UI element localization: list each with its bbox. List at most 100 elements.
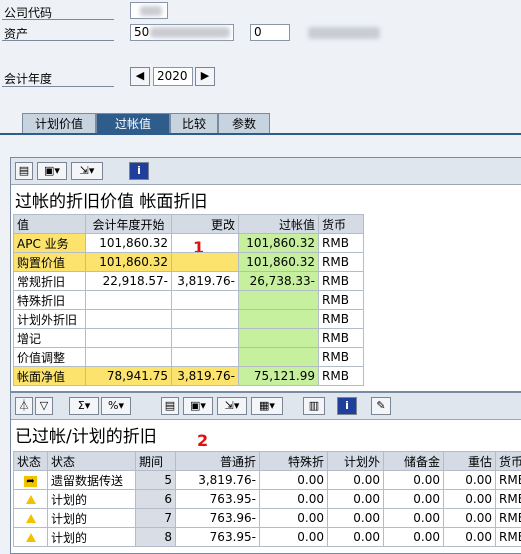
table-row: 特殊折旧RMB xyxy=(14,291,364,310)
column-header[interactable]: 状态 xyxy=(48,452,136,471)
column-header[interactable]: 期间 xyxy=(136,452,176,471)
value-cell[interactable]: 26,738.33- xyxy=(239,272,319,291)
value-cell[interactable]: RMB xyxy=(319,310,364,329)
tab-planned-values[interactable]: 计划价值 xyxy=(22,113,96,134)
section1-toolbar: ▤ ▣▾ ⇲▾ i xyxy=(11,158,521,185)
value-cell[interactable] xyxy=(239,310,319,329)
view-icon: ▣▾ xyxy=(190,399,206,412)
value-cell: RMB xyxy=(496,471,521,490)
column-header[interactable]: 货币 xyxy=(319,215,364,234)
document-icon: ▣▾ xyxy=(44,164,60,177)
column-header[interactable]: 特殊折 xyxy=(260,452,328,471)
value-cell[interactable]: 75,121.99 xyxy=(239,367,319,386)
find-icon: ⏃ xyxy=(19,399,30,412)
table-row[interactable]: ➦遗留数据传送53,819.76-0.000.000.000.00RMB xyxy=(14,471,521,490)
table-row[interactable]: 计划的6763.95-0.000.000.000.00RMB xyxy=(14,490,521,509)
value-cell[interactable]: 78,941.75 xyxy=(86,367,172,386)
asset-sub-field[interactable]: 0 xyxy=(250,24,290,41)
value-cell[interactable] xyxy=(86,291,172,310)
annotation-marker-2: 2 xyxy=(197,431,208,450)
column-header[interactable]: 过帐值 xyxy=(239,215,319,234)
info-button[interactable]: i xyxy=(129,162,149,180)
row-label: 增记 xyxy=(14,329,86,348)
info-icon: i xyxy=(345,399,349,412)
next-year-button[interactable]: ▶ xyxy=(195,67,215,86)
value-cell[interactable]: 101,860.32 xyxy=(239,234,319,253)
column-header[interactable]: 更改 xyxy=(172,215,239,234)
view-button[interactable]: ▣▾ xyxy=(183,397,213,415)
column-header[interactable]: 状态 xyxy=(14,452,48,471)
posted-depreciation-group: ▤ ▣▾ ⇲▾ i 过帐的折旧价值 帐面折旧 1 值会计年度开始更改过帐值货币A… xyxy=(10,157,521,392)
status-text: 计划的 xyxy=(48,490,136,509)
value-cell[interactable] xyxy=(172,234,239,253)
previous-year-button[interactable]: ◀ xyxy=(130,67,150,86)
value-cell[interactable] xyxy=(172,310,239,329)
value-cell[interactable] xyxy=(239,348,319,367)
value-cell[interactable] xyxy=(172,253,239,272)
value-cell[interactable] xyxy=(86,329,172,348)
value-cell[interactable]: RMB xyxy=(319,367,364,386)
value-cell[interactable]: 101,860.32 xyxy=(86,253,172,272)
tab-comparison[interactable]: 比较 xyxy=(170,113,218,134)
details-button[interactable]: ▤ xyxy=(15,162,33,180)
table-row[interactable]: 计划的7763.96-0.000.000.000.00RMB xyxy=(14,509,521,528)
value-cell[interactable] xyxy=(86,310,172,329)
column-header[interactable]: 普通折 xyxy=(176,452,260,471)
column-header[interactable]: 值 xyxy=(14,215,86,234)
details-icon: ▤ xyxy=(19,164,29,177)
export-list-icon: ⇲▾ xyxy=(225,399,240,412)
layout-button[interactable]: ▦▾ xyxy=(251,397,283,415)
column-header[interactable]: 计划外 xyxy=(328,452,384,471)
column-header[interactable]: 重估 xyxy=(444,452,496,471)
value-cell: 5 xyxy=(136,471,176,490)
value-cell[interactable]: 101,860.32 xyxy=(239,253,319,272)
filter-button[interactable]: ▽ xyxy=(35,397,53,415)
table-row: 增记 RMB xyxy=(14,329,364,348)
value-cell[interactable]: RMB xyxy=(319,329,364,348)
tab-parameters[interactable]: 参数 xyxy=(218,113,270,134)
value-cell[interactable]: 101,860.32 xyxy=(86,234,172,253)
tab-label: 比较 xyxy=(182,117,206,131)
value-cell: RMB xyxy=(496,509,521,528)
value-cell: 7 xyxy=(136,509,176,528)
value-cell[interactable]: RMB xyxy=(319,348,364,367)
value-cell[interactable]: 22,918.57- xyxy=(86,272,172,291)
value-cell[interactable] xyxy=(239,329,319,348)
sum-button[interactable]: Σ▾ xyxy=(69,397,99,415)
info-button-2[interactable]: i xyxy=(337,397,357,415)
value-cell: 0.00 xyxy=(444,490,496,509)
value-cell[interactable] xyxy=(86,348,172,367)
value-cell[interactable] xyxy=(172,291,239,310)
value-cell: 763.95- xyxy=(176,490,260,509)
value-cell[interactable] xyxy=(172,329,239,348)
value-cell[interactable]: RMB xyxy=(319,291,364,310)
document-button[interactable]: ▣▾ xyxy=(37,162,67,180)
export-button[interactable]: ⇲▾ xyxy=(71,162,103,180)
value-cell[interactable]: RMB xyxy=(319,272,364,291)
column-header[interactable]: 储备金 xyxy=(384,452,444,471)
find-button[interactable]: ⏃ xyxy=(15,397,33,415)
value-cell[interactable] xyxy=(239,291,319,310)
export-list-button[interactable]: ⇲▾ xyxy=(217,397,247,415)
subtotal-button[interactable]: %▾ xyxy=(101,397,131,415)
print-button[interactable]: ▤ xyxy=(161,397,179,415)
value-cell: 0.00 xyxy=(444,509,496,528)
column-header[interactable]: 会计年度开始 xyxy=(86,215,172,234)
fiscal-year-value: 2020 xyxy=(157,69,188,83)
notes-icon: ✎ xyxy=(376,399,385,412)
graphic-button[interactable]: ▥ xyxy=(303,397,325,415)
fiscal-year-field[interactable]: 2020 xyxy=(153,67,193,86)
value-cell[interactable]: RMB xyxy=(319,253,364,272)
value-cell[interactable] xyxy=(172,348,239,367)
value-cell[interactable]: RMB xyxy=(319,234,364,253)
table-row: 帐面净值78,941.753,819.76-75,121.99RMB xyxy=(14,367,364,386)
fiscal-year-label: 会计年度 xyxy=(4,70,52,87)
tab-posted-values[interactable]: 过帐值 xyxy=(96,113,170,134)
section1-title: 过帐的折旧价值 帐面折旧 xyxy=(15,187,207,212)
notes-button[interactable]: ✎ xyxy=(371,397,391,415)
value-cell[interactable]: 3,819.76- xyxy=(172,367,239,386)
tab-label: 计划价值 xyxy=(35,117,83,131)
warning-triangle-icon xyxy=(26,495,36,504)
value-cell[interactable]: 3,819.76- xyxy=(172,272,239,291)
column-header[interactable]: 货币 xyxy=(496,452,521,471)
